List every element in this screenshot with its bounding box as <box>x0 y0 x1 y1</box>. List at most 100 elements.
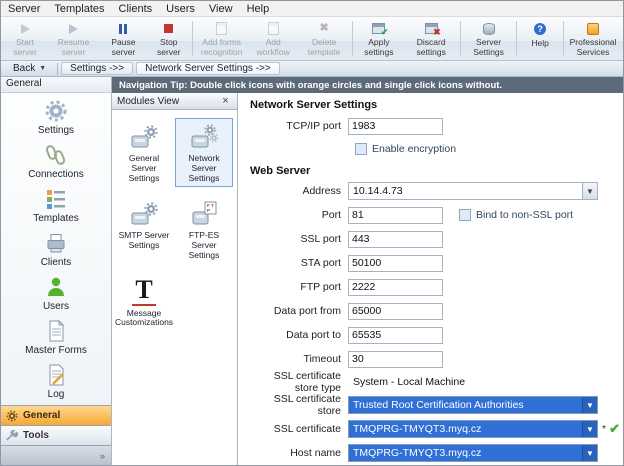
modules-title: Modules View <box>117 96 179 107</box>
sidebar-item-log[interactable]: Log <box>1 359 111 403</box>
cert-store-type-label: SSL certificate store type <box>248 370 348 394</box>
sidebar-item-label: Users <box>43 301 69 312</box>
chevron-down-icon: ▼ <box>39 65 46 72</box>
toolbar-separator <box>192 21 193 56</box>
delete-template-button[interactable]: ✖ Delete template <box>297 18 352 59</box>
chevron-down-icon[interactable]: ▼ <box>582 421 597 437</box>
sidebar-item-label: Clients <box>41 257 72 268</box>
timeout-label: Timeout <box>248 353 348 365</box>
back-button[interactable]: Back ▼ <box>5 63 54 74</box>
resume-server-button[interactable]: Resume server <box>47 18 100 59</box>
sta-port-row: STA port <box>248 251 623 275</box>
sidebar: Settings Connections Templates <box>1 93 112 465</box>
printer-icon <box>43 230 69 256</box>
sidebar-item-connections[interactable]: Connections <box>1 139 111 183</box>
menu-view[interactable]: View <box>202 1 240 16</box>
breadcrumb-settings[interactable]: Settings ->> <box>61 62 133 75</box>
chevron-down-icon[interactable]: ▼ <box>582 183 597 199</box>
enable-encryption-row: Enable encryption <box>248 138 623 160</box>
add-workflow-label: Add workflow <box>252 38 295 58</box>
pause-server-label: Pause server <box>102 38 145 58</box>
breadcrumb-network-server-settings[interactable]: Network Server Settings ->> <box>136 62 280 75</box>
stop-server-label: Stop server <box>149 38 189 58</box>
menu-users[interactable]: Users <box>159 1 202 16</box>
ssl-certificate-row: SSL certificate TMQPRG-TMYQT3.myq.cz ▼ *… <box>248 417 623 441</box>
pause-server-button[interactable]: Pause server <box>100 18 147 59</box>
chevron-down-icon[interactable]: ▼ <box>582 397 597 413</box>
cert-store-value: Trusted Root Certification Authorities <box>349 397 582 413</box>
cert-store-combo[interactable]: Trusted Root Certification Authorities ▼ <box>348 396 598 414</box>
sidebar-item-templates[interactable]: Templates <box>1 183 111 227</box>
address-label: Address <box>248 185 348 197</box>
bind-non-ssl-checkbox[interactable] <box>459 209 471 221</box>
host-name-value: TMQPRG-TMYQT3.myq.cz <box>349 445 582 461</box>
ssl-port-row: SSL port <box>248 227 623 251</box>
address-value: 10.14.4.73 <box>349 183 582 199</box>
chevron-down-icon[interactable]: ▼ <box>582 445 597 461</box>
resume-server-icon <box>69 21 78 36</box>
sidebar-item-master-forms[interactable]: Master Forms <box>1 315 111 359</box>
data-port-from-input[interactable] <box>348 303 443 320</box>
ftp-port-input[interactable] <box>348 279 443 296</box>
menu-help[interactable]: Help <box>240 1 277 16</box>
sidebar-item-settings[interactable]: Settings <box>1 95 111 139</box>
menu-clients[interactable]: Clients <box>112 1 160 16</box>
pause-server-icon <box>119 21 127 36</box>
professional-services-button[interactable]: Professional Services <box>565 18 621 59</box>
module-network-server-settings[interactable]: Network Server Settings <box>175 118 233 187</box>
sidebar-section-general[interactable]: General <box>1 405 111 425</box>
sidebar-item-label: Master Forms <box>25 345 87 356</box>
apply-settings-button[interactable]: ✔ Apply settings <box>354 18 403 59</box>
timeout-row: Timeout <box>248 347 623 371</box>
professional-services-label: Professional Services <box>567 38 619 58</box>
data-port-to-input[interactable] <box>348 327 443 344</box>
sidebar-footer[interactable]: » <box>1 445 111 465</box>
sta-port-input[interactable] <box>348 255 443 272</box>
stop-server-button[interactable]: Stop server <box>147 18 191 59</box>
server-settings-button[interactable]: Server Settings <box>462 18 516 59</box>
sidebar-item-label: Log <box>48 389 65 400</box>
enable-encryption-checkbox[interactable] <box>355 143 367 155</box>
menu-server[interactable]: Server <box>1 1 47 16</box>
close-icon[interactable]: × <box>219 96 232 107</box>
add-workflow-button[interactable]: Add workflow <box>250 18 297 59</box>
application-window: Server Templates Clients Users View Help… <box>0 0 624 466</box>
module-ftp-es-server-settings[interactable]: F TP FTP-ES Server Settings <box>175 195 233 264</box>
module-label: Message Customizations <box>115 309 173 329</box>
sidebar-item-label: Templates <box>33 213 79 224</box>
main-area: Settings Connections Templates <box>1 93 623 465</box>
enable-encryption-label: Enable encryption <box>372 143 456 155</box>
person-icon <box>43 274 69 300</box>
tcp-ip-port-input[interactable] <box>348 118 443 135</box>
modules-list: General Server Settings Network Server S… <box>112 110 237 465</box>
ftp-server-icon: F TP <box>190 199 218 229</box>
port-label: Port <box>248 209 348 221</box>
module-smtp-server-settings[interactable]: SMTP Server Settings <box>115 195 173 264</box>
start-server-button[interactable]: Start server <box>3 18 47 59</box>
ssl-certificate-combo[interactable]: TMQPRG-TMYQT3.myq.cz ▼ <box>348 420 598 438</box>
port-input[interactable] <box>348 207 443 224</box>
host-name-combo[interactable]: TMQPRG-TMYQT3.myq.cz ▼ <box>348 444 598 462</box>
module-message-customizations[interactable]: T Message Customizations <box>115 273 173 333</box>
cert-store-row: SSL certificate store Trusted Root Certi… <box>248 393 623 417</box>
overflow-chevron-icon: » <box>100 451 105 461</box>
module-label: FTP-ES Server Settings <box>177 231 231 260</box>
ssl-port-input[interactable] <box>348 231 443 248</box>
discard-settings-button[interactable]: ✖ Discard settings <box>403 18 459 59</box>
help-button[interactable]: ? Help <box>518 18 562 59</box>
timeout-input[interactable] <box>348 351 443 368</box>
sidebar-item-clients[interactable]: Clients <box>1 227 111 271</box>
data-port-from-label: Data port from <box>248 305 348 317</box>
menu-bar: Server Templates Clients Users View Help <box>1 1 623 17</box>
paperclip-icon <box>43 142 69 168</box>
menu-templates[interactable]: Templates <box>47 1 111 16</box>
address-combo[interactable]: 10.14.4.73 ▼ <box>348 182 598 200</box>
module-general-server-settings[interactable]: General Server Settings <box>115 118 173 187</box>
toolbar-separator <box>460 21 461 56</box>
apply-settings-icon: ✔ <box>372 21 385 36</box>
sidebar-item-users[interactable]: Users <box>1 271 111 315</box>
modules-panel: Modules View × General Server Settings N… <box>112 93 238 465</box>
add-forms-recognition-button[interactable]: Add forms recognition <box>194 18 250 59</box>
sidebar-section-tools[interactable]: Tools <box>1 425 111 445</box>
back-label: Back <box>13 63 35 74</box>
